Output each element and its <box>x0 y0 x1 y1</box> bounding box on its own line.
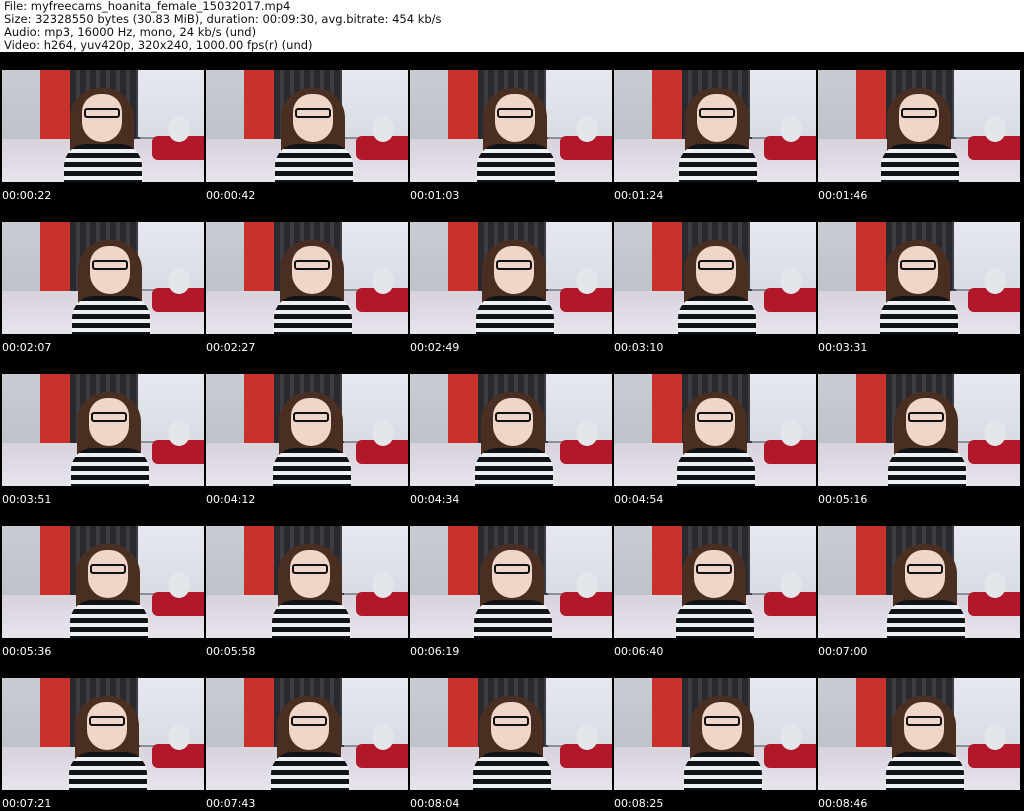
video-frame-thumbnail <box>206 222 408 334</box>
timestamp-label: 00:07:00 <box>818 645 868 658</box>
video-frame-thumbnail <box>410 678 612 790</box>
thumbnail-cell: 00:00:42 <box>204 52 408 204</box>
thumbnail-cell: 00:02:49 <box>408 204 612 356</box>
timestamp-label: 00:06:40 <box>614 645 664 658</box>
video-frame-thumbnail <box>818 70 1020 182</box>
timestamp-label: 00:01:46 <box>818 189 868 202</box>
timestamp-label: 00:03:10 <box>614 341 664 354</box>
timestamp-label: 00:02:49 <box>410 341 460 354</box>
thumbnail-cell: 00:04:34 <box>408 356 612 508</box>
thumbnail-cell: 00:02:27 <box>204 204 408 356</box>
thumbnail-cell: 00:05:58 <box>204 508 408 660</box>
video-frame-thumbnail <box>410 222 612 334</box>
video-frame-thumbnail <box>818 222 1020 334</box>
thumbnail-cell: 00:07:21 <box>0 660 204 812</box>
timestamp-label: 00:03:31 <box>818 341 868 354</box>
video-frame-thumbnail <box>614 70 816 182</box>
timestamp-label: 00:02:07 <box>2 341 52 354</box>
thumbnail-cell: 00:01:46 <box>816 52 1020 204</box>
video-frame-thumbnail <box>410 526 612 638</box>
thumbnail-cell: 00:07:43 <box>204 660 408 812</box>
timestamp-label: 00:07:21 <box>2 797 52 810</box>
video-frame-thumbnail <box>2 222 204 334</box>
timestamp-label: 00:06:19 <box>410 645 460 658</box>
timestamp-label: 00:01:03 <box>410 189 460 202</box>
thumbnail-cell: 00:00:22 <box>0 52 204 204</box>
video-frame-thumbnail <box>206 374 408 486</box>
thumbnail-cell: 00:08:25 <box>612 660 816 812</box>
thumbnail-cell: 00:05:36 <box>0 508 204 660</box>
timestamp-label: 00:04:54 <box>614 493 664 506</box>
thumbnail-cell: 00:07:00 <box>816 508 1020 660</box>
timestamp-label: 00:05:16 <box>818 493 868 506</box>
timestamp-label: 00:03:51 <box>2 493 52 506</box>
thumbnail-cell: 00:08:04 <box>408 660 612 812</box>
thumbnail-cell: 00:03:51 <box>0 356 204 508</box>
timestamp-label: 00:08:25 <box>614 797 664 810</box>
video-frame-thumbnail <box>410 70 612 182</box>
video-frame-thumbnail <box>206 70 408 182</box>
video-frame-thumbnail <box>614 678 816 790</box>
timestamp-label: 00:08:04 <box>410 797 460 810</box>
video-frame-thumbnail <box>410 374 612 486</box>
timestamp-label: 00:08:46 <box>818 797 868 810</box>
timestamp-label: 00:01:24 <box>614 189 664 202</box>
timestamp-label: 00:02:27 <box>206 341 256 354</box>
video-frame-thumbnail <box>206 678 408 790</box>
thumbnail-grid: 00:00:22 00:00:42 00:01:03 00:01:24 00:01:46… <box>0 52 1024 811</box>
video-frame-thumbnail <box>818 526 1020 638</box>
thumbnail-cell: 00:06:40 <box>612 508 816 660</box>
thumbnail-cell: 00:01:24 <box>612 52 816 204</box>
timestamp-label: 00:05:36 <box>2 645 52 658</box>
timestamp-label: 00:04:12 <box>206 493 256 506</box>
thumbnail-cell: 00:06:19 <box>408 508 612 660</box>
video-frame-thumbnail <box>818 374 1020 486</box>
video-frame-thumbnail <box>818 678 1020 790</box>
thumbnail-cell: 00:02:07 <box>0 204 204 356</box>
thumbnail-cell: 00:04:54 <box>612 356 816 508</box>
thumbnail-cell: 00:04:12 <box>204 356 408 508</box>
video-frame-thumbnail <box>2 70 204 182</box>
timestamp-label: 00:04:34 <box>410 493 460 506</box>
timestamp-label: 00:07:43 <box>206 797 256 810</box>
video-frame-thumbnail <box>614 374 816 486</box>
file-info-header: File: myfreecams_hoanita_female_15032017… <box>0 0 1024 52</box>
video-frame-thumbnail <box>2 374 204 486</box>
thumbnail-cell: 00:05:16 <box>816 356 1020 508</box>
thumbnail-cell: 00:01:03 <box>408 52 612 204</box>
video-frame-thumbnail <box>206 526 408 638</box>
thumbnail-cell: 00:08:46 <box>816 660 1020 812</box>
thumbnail-cell: 00:03:31 <box>816 204 1020 356</box>
thumbnail-cell: 00:03:10 <box>612 204 816 356</box>
video-frame-thumbnail <box>2 678 204 790</box>
video-line: Video: h264, yuv420p, 320x240, 1000.00 f… <box>4 38 313 52</box>
timestamp-label: 00:05:58 <box>206 645 256 658</box>
video-frame-thumbnail <box>614 526 816 638</box>
timestamp-label: 00:00:42 <box>206 189 256 202</box>
video-frame-thumbnail <box>2 526 204 638</box>
video-frame-thumbnail <box>614 222 816 334</box>
timestamp-label: 00:00:22 <box>2 189 52 202</box>
